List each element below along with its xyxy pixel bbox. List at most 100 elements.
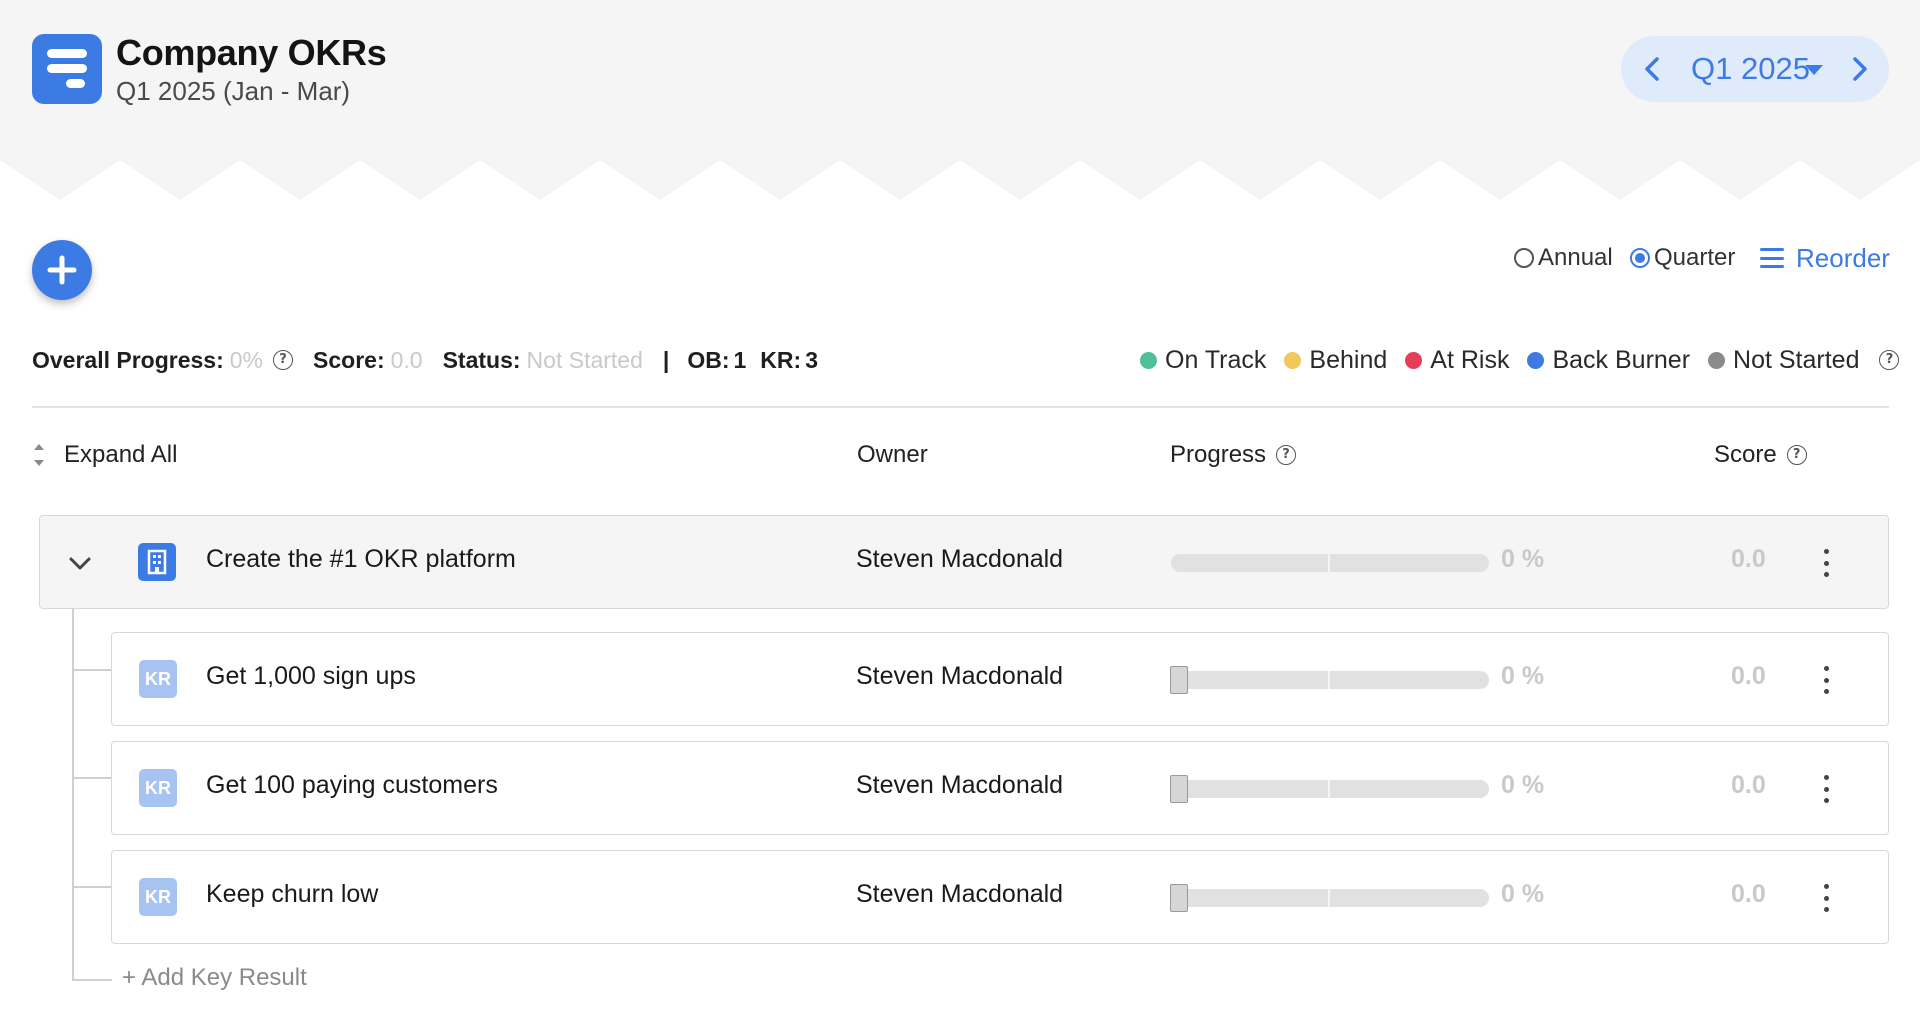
objective-row[interactable]: Create the #1 OKR platform Steven Macdon… — [39, 515, 1889, 609]
annual-radio[interactable] — [1514, 248, 1534, 268]
overall-progress-value: 0% — [229, 346, 264, 373]
add-key-result-link[interactable]: + Add Key Result — [122, 964, 307, 992]
help-icon[interactable]: ? — [273, 350, 294, 370]
key-result-score: 0.0 — [1731, 880, 1766, 908]
more-options-icon[interactable] — [1820, 666, 1832, 694]
legend-label: Not Started — [1733, 345, 1860, 374]
score-value: 0.0 — [390, 346, 423, 373]
key-result-progress-bar[interactable] — [1170, 666, 1489, 694]
expand-all-toggle[interactable]: Expand All — [32, 440, 177, 470]
legend-label: Behind — [1309, 345, 1388, 374]
legend-label: At Risk — [1430, 345, 1510, 374]
reorder-button[interactable]: Reorder — [1760, 243, 1890, 273]
overall-progress-label: Overall Progress: — [32, 346, 224, 373]
page-header: Company OKRs Q1 2025 (Jan - Mar) Q1 2025 — [0, 0, 1920, 200]
legend-item-not-started: Not Started — [1708, 346, 1859, 375]
legend-label: Back Burner — [1552, 345, 1691, 374]
legend-item-at-risk: At Risk — [1405, 346, 1509, 375]
status-dot-icon — [1527, 351, 1545, 369]
status-label: Status: — [442, 346, 521, 373]
key-result-progress-bar[interactable] — [1170, 884, 1489, 912]
quarter-radio[interactable] — [1630, 248, 1650, 268]
more-options-icon[interactable] — [1820, 884, 1832, 912]
objective-progress-value: 0 % — [1501, 545, 1545, 573]
help-icon[interactable]: ? — [1276, 445, 1297, 465]
objective-owner[interactable]: Steven Macdonald — [856, 545, 1063, 574]
view-option-annual[interactable]: Annual — [1514, 243, 1613, 273]
more-options-icon[interactable] — [1820, 775, 1832, 803]
tree-connector — [72, 609, 74, 980]
list-icon — [1760, 248, 1784, 268]
chevron-down-icon[interactable] — [66, 549, 94, 577]
key-result-progress-value: 0 % — [1501, 880, 1545, 908]
ob-label: OB: — [687, 346, 730, 373]
summary-bar: Overall Progress: 0% ? Score: 0.0 Status… — [32, 345, 818, 375]
divider — [32, 406, 1889, 408]
quarter-picker-label[interactable]: Q1 2025 — [1691, 51, 1810, 87]
caret-down-icon[interactable] — [1805, 65, 1823, 75]
key-result-title[interactable]: Get 1,000 sign ups — [206, 662, 416, 691]
column-header-owner: Owner — [857, 440, 928, 470]
progress-slider-handle[interactable] — [1170, 666, 1188, 694]
progress-slider-handle[interactable] — [1170, 775, 1188, 803]
expand-all-label[interactable]: Expand All — [64, 441, 177, 469]
status-dot-icon — [1284, 351, 1302, 369]
header-zigzag-edge — [0, 150, 1920, 200]
key-result-score: 0.0 — [1731, 771, 1766, 799]
key-result-row[interactable]: KR Keep churn low Steven Macdonald 0 % 0… — [111, 850, 1889, 944]
kr-badge-icon: KR — [139, 878, 177, 916]
kr-badge-icon: KR — [139, 769, 177, 807]
key-result-owner[interactable]: Steven Macdonald — [856, 880, 1063, 909]
quarter-picker[interactable]: Q1 2025 — [1621, 36, 1889, 102]
quarter-label[interactable]: Quarter — [1654, 244, 1735, 272]
summary-separator: | — [662, 346, 670, 373]
annual-label[interactable]: Annual — [1538, 244, 1613, 272]
expand-collapse-icon[interactable] — [32, 444, 46, 466]
progress-header-label: Progress — [1170, 441, 1267, 468]
key-result-row[interactable]: KR Get 100 paying customers Steven Macdo… — [111, 741, 1889, 835]
status-dot-icon — [1708, 351, 1726, 369]
key-result-title[interactable]: Get 100 paying customers — [206, 771, 498, 800]
column-header-score: Score ? — [1714, 440, 1807, 470]
help-icon[interactable]: ? — [1879, 350, 1900, 370]
status-dot-icon — [1140, 351, 1157, 369]
plus-icon — [47, 255, 77, 285]
chevron-left-icon[interactable] — [1637, 53, 1669, 85]
building-icon — [138, 543, 176, 581]
tree-connector — [72, 777, 111, 779]
kr-label: KR: — [760, 346, 802, 373]
legend-label: On Track — [1165, 345, 1267, 374]
key-result-progress-value: 0 % — [1501, 771, 1545, 799]
key-result-progress-bar[interactable] — [1170, 775, 1489, 803]
key-result-owner[interactable]: Steven Macdonald — [856, 771, 1063, 800]
tree-connector — [72, 979, 112, 981]
tree-connector — [72, 886, 111, 888]
key-result-owner[interactable]: Steven Macdonald — [856, 662, 1063, 691]
progress-slider-handle[interactable] — [1170, 884, 1188, 912]
chevron-right-icon[interactable] — [1843, 53, 1875, 85]
owner-header-label: Owner — [857, 441, 928, 468]
status-dot-icon — [1405, 351, 1423, 369]
add-objective-button[interactable] — [32, 240, 92, 300]
view-option-quarter[interactable]: Quarter — [1630, 243, 1735, 273]
key-result-row[interactable]: KR Get 1,000 sign ups Steven Macdonald 0… — [111, 632, 1889, 726]
page-title: Company OKRs — [116, 32, 387, 73]
key-result-title[interactable]: Keep churn low — [206, 880, 378, 909]
status-value: Not Started — [526, 346, 643, 373]
kr-value: 3 — [805, 346, 818, 373]
help-icon[interactable]: ? — [1786, 445, 1807, 465]
objective-title[interactable]: Create the #1 OKR platform — [206, 545, 516, 574]
reorder-label[interactable]: Reorder — [1796, 243, 1890, 274]
stacked-bars-logo-icon — [32, 34, 102, 104]
legend-item-back-burner: Back Burner — [1527, 346, 1690, 375]
objective-score: 0.0 — [1731, 545, 1766, 573]
score-label: Score: — [313, 346, 385, 373]
objective-progress-bar — [1171, 554, 1489, 572]
status-legend: On Track Behind At Risk Back Burner Not … — [1140, 345, 1900, 375]
column-header-progress: Progress ? — [1170, 440, 1297, 470]
key-result-score: 0.0 — [1731, 662, 1766, 690]
kr-badge-icon: KR — [139, 660, 177, 698]
legend-item-on-track: On Track — [1140, 346, 1266, 375]
more-options-icon[interactable] — [1820, 549, 1832, 577]
page-subtitle: Q1 2025 (Jan - Mar) — [116, 76, 351, 106]
